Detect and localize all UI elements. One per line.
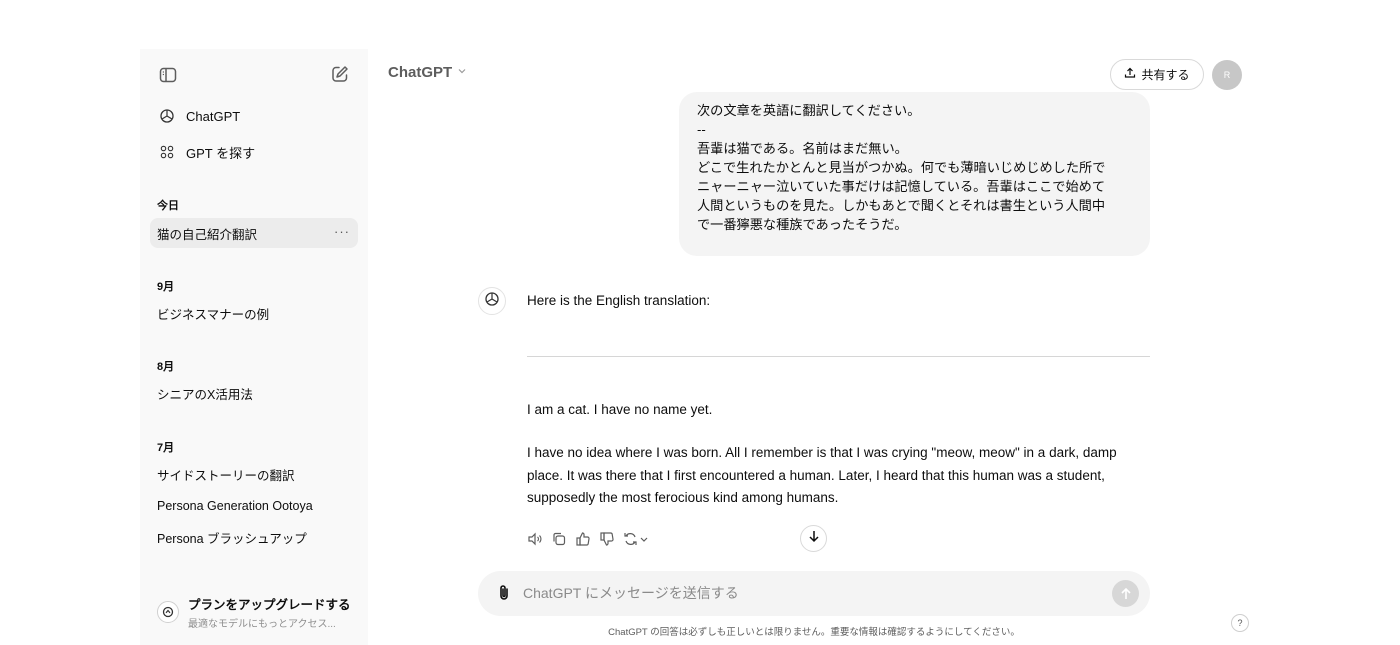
- share-label: 共有する: [1141, 68, 1190, 82]
- upgrade-subtitle: 最適なモデルにもっとアクセス...: [188, 619, 336, 630]
- sidebar-nav-explore-gpts[interactable]: GPT を探す: [150, 136, 358, 168]
- sidebar-chat-item[interactable]: Persona ブラッシュアップ: [150, 522, 358, 552]
- sidebar-nav-label: GPT を探す: [186, 145, 256, 161]
- read-aloud-icon[interactable]: [527, 531, 543, 547]
- sidebar-group-title: 9月: [157, 281, 175, 293]
- openai-icon: [484, 291, 500, 312]
- thumbs-up-icon[interactable]: [575, 531, 591, 547]
- message-input[interactable]: [523, 582, 1083, 604]
- sidebar-chat-label: Persona Generation Ootoya: [157, 499, 313, 513]
- help-button[interactable]: ?: [1231, 614, 1249, 632]
- grid-icon: [158, 143, 176, 161]
- sidebar-nav-chatgpt[interactable]: ChatGPT: [150, 100, 358, 132]
- sidebar-group-title: 今日: [157, 200, 179, 212]
- share-icon: [1124, 67, 1141, 82]
- assistant-avatar: [478, 287, 506, 315]
- thumbs-down-icon[interactable]: [599, 531, 615, 547]
- upgrade-plan-button[interactable]: プランをアップグレードする 最適なモデルにもっとアクセス...: [150, 592, 358, 632]
- sidebar-chat-item[interactable]: Persona Generation Ootoya: [150, 491, 358, 521]
- sidebar: ChatGPT GPT を探す 今日 猫の自己紹介翻訳 ··· 9月 ビジネスマ…: [140, 49, 368, 645]
- sidebar-chat-item[interactable]: シニアのX活用法: [150, 378, 358, 408]
- model-name: ChatGPT: [388, 64, 453, 81]
- sidebar-chat-label: シニアのX活用法: [157, 387, 253, 402]
- sidebar-chat-item[interactable]: ビジネスマナーの例: [150, 298, 358, 328]
- sidebar-toggle-icon[interactable]: [158, 65, 178, 85]
- scroll-down-button[interactable]: [800, 525, 827, 552]
- sidebar-top: [140, 49, 368, 99]
- sidebar-nav-label: ChatGPT: [186, 108, 241, 124]
- copy-icon[interactable]: [551, 531, 567, 547]
- upgrade-icon: [157, 601, 179, 623]
- arrow-down-icon: [807, 529, 821, 548]
- send-button[interactable]: [1112, 580, 1139, 607]
- disclaimer: ChatGPT の回答は必ずしも正しいとは限りません。重要な情報は確認するように…: [608, 627, 1020, 638]
- sidebar-chat-label: Persona ブラッシュアップ: [157, 531, 307, 546]
- upgrade-text: プランをアップグレードする 最適なモデルにもっとアクセス...: [188, 594, 351, 630]
- share-button[interactable]: 共有する: [1110, 59, 1204, 90]
- openai-icon: [158, 107, 176, 125]
- message-actions: [527, 530, 651, 548]
- sidebar-chat-label: サイドストーリーの翻訳: [157, 468, 295, 483]
- assistant-intro: Here is the English translation:: [527, 293, 711, 308]
- sidebar-chat-label: 猫の自己紹介翻訳: [157, 227, 258, 242]
- more-options-icon[interactable]: ···: [334, 224, 350, 239]
- sidebar-group-title: 8月: [157, 361, 175, 373]
- message-composer: [478, 571, 1150, 616]
- upgrade-title: プランをアップグレードする: [188, 598, 351, 612]
- new-chat-icon[interactable]: [330, 64, 350, 84]
- assistant-paragraph: I am a cat. I have no name yet.: [527, 402, 713, 417]
- model-selector[interactable]: ChatGPT: [388, 64, 467, 81]
- divider: [527, 356, 1150, 357]
- user-message-bubble: 次の文章を英語に翻訳してください。 -- 吾輩は猫である。名前はまだ無い。 どこ…: [679, 92, 1150, 256]
- sidebar-group-title: 7月: [157, 442, 175, 454]
- chevron-down-icon: [457, 66, 467, 79]
- chat-app: ChatGPT GPT を探す 今日 猫の自己紹介翻訳 ··· 9月 ビジネスマ…: [0, 0, 1400, 645]
- regenerate-icon[interactable]: [623, 531, 651, 547]
- assistant-paragraph: I have no idea where I was born. All I r…: [527, 445, 1117, 505]
- sidebar-chat-label: ビジネスマナーの例: [157, 307, 270, 322]
- sidebar-chat-item[interactable]: サイドストーリーの翻訳: [150, 459, 358, 489]
- paperclip-icon[interactable]: [494, 583, 514, 603]
- sidebar-chat-item[interactable]: 猫の自己紹介翻訳 ···: [150, 218, 358, 248]
- user-avatar[interactable]: R: [1212, 60, 1242, 90]
